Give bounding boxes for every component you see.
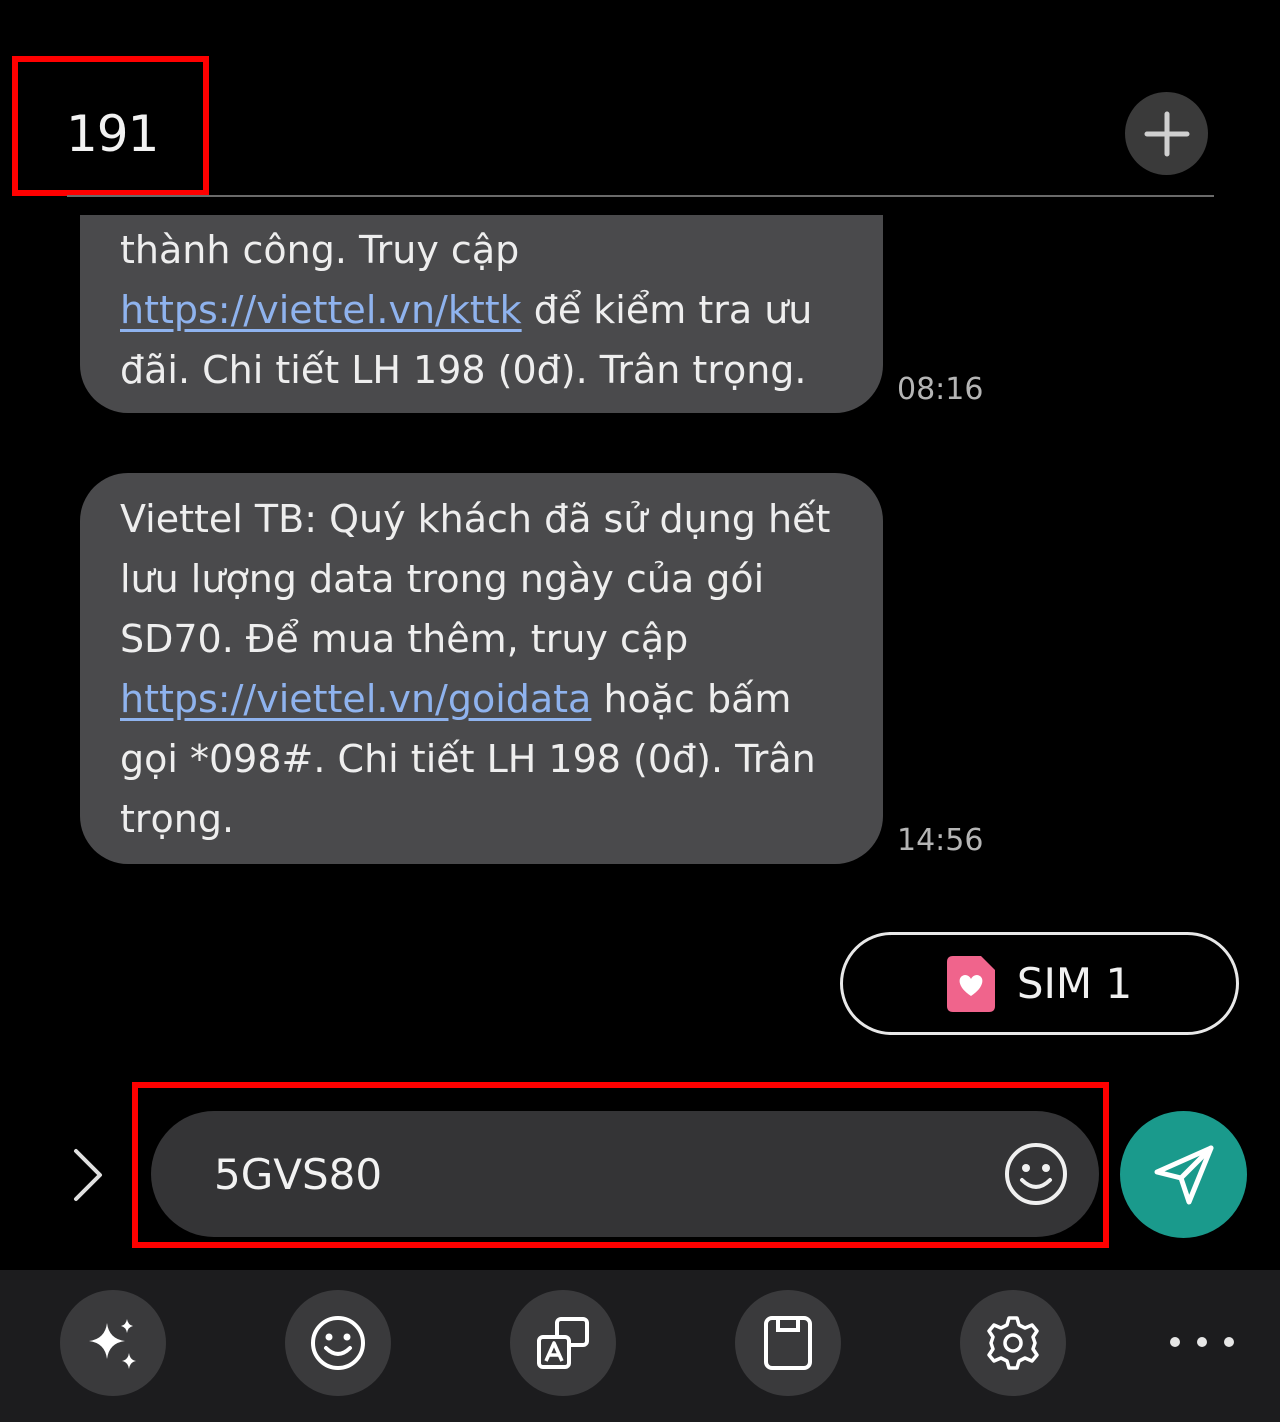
translate-button[interactable] (510, 1290, 616, 1396)
highlight-box-recipient (12, 56, 209, 196)
message-bubble[interactable]: thành công. Truy cập https://viettel.vn/… (80, 215, 883, 413)
keyboard-toolbar (0, 1270, 1280, 1422)
translate-icon (537, 1317, 589, 1369)
message-time: 14:56 (897, 823, 984, 858)
emoji-icon (311, 1316, 365, 1370)
send-button[interactable] (1120, 1111, 1247, 1238)
send-icon (1154, 1145, 1213, 1204)
sim-label: SIM 1 (1016, 959, 1133, 1008)
more-icon (1224, 1337, 1234, 1347)
sparkle-icon (89, 1319, 136, 1369)
clipboard-button[interactable] (735, 1290, 841, 1396)
clipboard-icon (764, 1316, 812, 1370)
message-link[interactable]: https://viettel.vn/goidata (120, 677, 591, 721)
expand-button[interactable] (66, 1145, 110, 1205)
highlight-box-input (132, 1082, 1109, 1248)
settings-icon (987, 1316, 1039, 1370)
message-bubble[interactable]: Viettel TB: Quý khách đã sử dụng hết lưu… (80, 473, 883, 864)
plus-icon (1144, 111, 1189, 156)
settings-button[interactable] (960, 1290, 1066, 1396)
message-time: 08:16 (897, 372, 984, 407)
add-recipient-button[interactable] (1125, 92, 1208, 175)
message-text: Viettel TB: Quý khách đã sử dụng hết lưu… (120, 497, 831, 661)
more-icon (1197, 1337, 1207, 1347)
more-options-button[interactable] (1170, 1318, 1234, 1366)
message-link[interactable]: https://viettel.vn/kttk (120, 288, 522, 332)
header-divider (67, 195, 1214, 197)
message-text: thành công. Truy cập (120, 228, 520, 272)
ai-tools-button[interactable] (60, 1290, 166, 1396)
more-icon (1170, 1337, 1180, 1347)
emoji-keyboard-button[interactable] (285, 1290, 391, 1396)
sim-selector-button[interactable]: SIM 1 (840, 932, 1239, 1035)
sim-card-icon (946, 955, 995, 1012)
chevron-right-icon (74, 1149, 102, 1201)
